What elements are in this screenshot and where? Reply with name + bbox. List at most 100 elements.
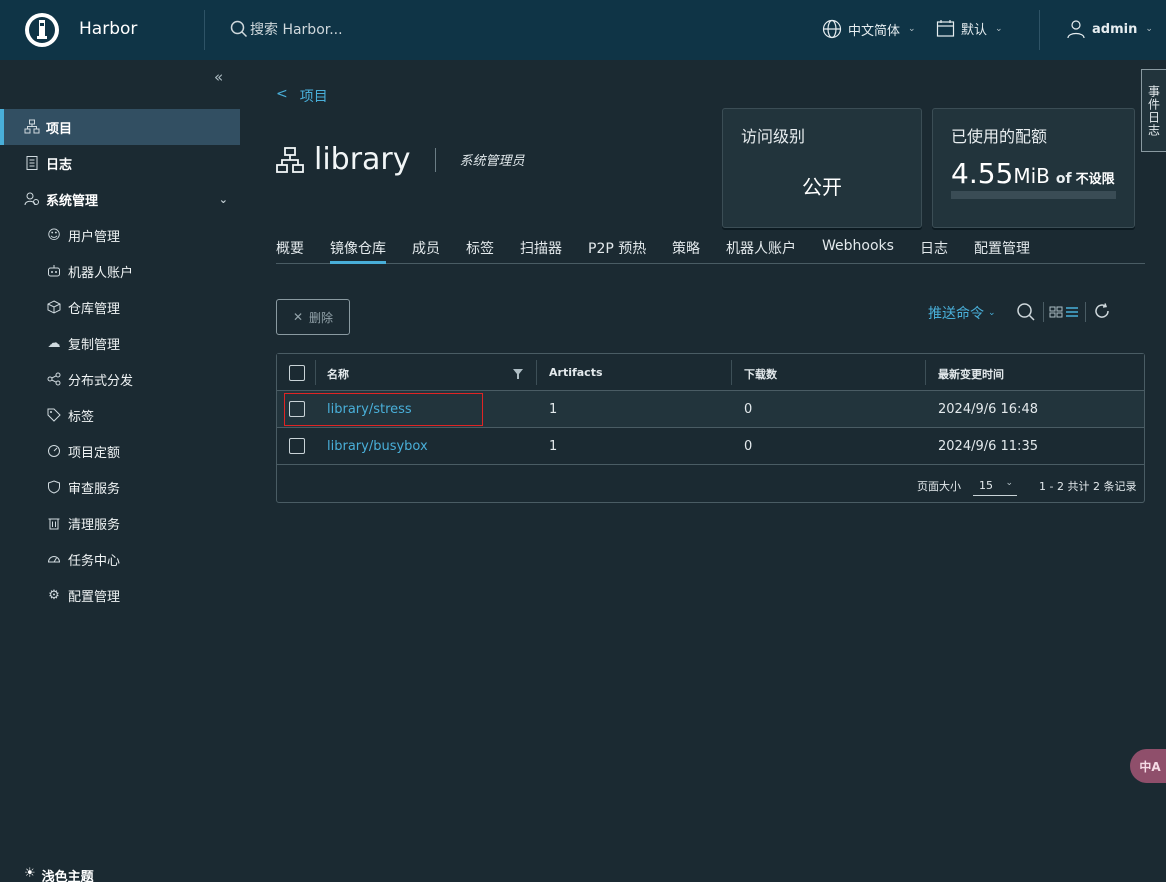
replication-icon: ☁ [47, 335, 61, 351]
sidebar-item-admin[interactable]: 系统管理 ⌄ [0, 181, 240, 217]
share-icon [46, 371, 62, 387]
pagination-total: 1 - 2 共计 2 条记录 [1039, 480, 1137, 493]
column-divider [925, 360, 926, 385]
column-divider [315, 360, 316, 385]
tab-p2p-preheat[interactable]: P2P 预热 [588, 238, 646, 264]
sidebar-item-project-quotas[interactable]: 项目定额 [0, 433, 240, 469]
repository-name-link[interactable]: library/stress [327, 402, 412, 417]
tab-policy[interactable]: 策略 [672, 238, 700, 264]
table-row[interactable]: library/stress 1 0 2024/9/6 16:48 [277, 391, 1144, 428]
sidebar-item-label: 标签 [68, 409, 95, 425]
access-level-value: 公开 [802, 175, 842, 199]
sidebar-item-interrogation-services[interactable]: 审查服务 [0, 469, 240, 505]
sidebar-item-label: 机器人账户 [68, 265, 134, 281]
updated-time: 2024/9/6 16:48 [938, 402, 1038, 417]
tab-logs[interactable]: 日志 [920, 238, 948, 264]
access-level-card: 访问级别 公开 [722, 108, 922, 228]
sidebar-item-label: 任务中心 [68, 553, 121, 569]
collapse-sidebar-icon[interactable]: « [214, 68, 223, 86]
row-checkbox[interactable] [289, 438, 305, 454]
push-command-dropdown[interactable]: 推送命令 ⌄ [928, 303, 996, 323]
filter-icon[interactable] [513, 369, 523, 379]
pulls-count: 0 [744, 402, 753, 417]
tab-labels[interactable]: 标签 [466, 238, 494, 264]
project-role: 系统管理员 [459, 154, 525, 169]
quota-value: 4.55 MiB of 不设限 [951, 157, 1115, 190]
admin-icon [24, 191, 40, 207]
tab-webhooks[interactable]: Webhooks [822, 238, 894, 264]
title-divider [434, 147, 436, 172]
table-row[interactable]: library/busybox 1 0 2024/9/6 11:35 [277, 428, 1144, 465]
tab-repositories[interactable]: 镜像仓库 [330, 238, 386, 264]
column-header-updated[interactable]: 最新变更时间 [938, 366, 1004, 382]
shield-icon [46, 479, 62, 495]
table-footer: 页面大小 15 ⌄ 1 - 2 共计 2 条记录 [277, 465, 1144, 502]
project-tabs: 概要 镜像仓库 成员 标签 扫描器 P2P 预热 策略 机器人账户 Webhoo… [276, 238, 1145, 264]
registry-icon [46, 299, 62, 315]
tab-scanner[interactable]: 扫描器 [520, 238, 562, 264]
column-header-artifacts[interactable]: Artifacts [549, 366, 603, 379]
project-icon [24, 119, 40, 135]
chevron-down-icon: ⌄ [995, 23, 1003, 34]
translate-button[interactable]: 中A [1130, 749, 1166, 783]
quota-progress-bar [951, 191, 1116, 199]
toolbar-divider [1085, 302, 1086, 322]
sidebar-item-robot-accounts[interactable]: 机器人账户 [0, 253, 240, 289]
refresh-icon[interactable] [1093, 302, 1111, 320]
event-log-tab[interactable]: 事件日志 [1141, 69, 1166, 152]
globe-icon [822, 19, 842, 39]
sidebar-item-logs[interactable]: 日志 [0, 145, 240, 181]
sidebar-item-replications[interactable]: ☁ 复制管理 [0, 325, 240, 361]
user-menu[interactable]: admin ⌄ [1066, 19, 1153, 39]
sidebar-item-configuration[interactable]: ⚙ 配置管理 [0, 577, 240, 613]
tag-icon [46, 407, 62, 423]
sidebar-item-label: 仓库管理 [68, 301, 121, 317]
sidebar-item-job-service[interactable]: 任务中心 [0, 541, 240, 577]
users-icon: ☺ [47, 227, 61, 243]
tab-configuration[interactable]: 配置管理 [974, 238, 1030, 264]
push-command-label: 推送命令 [928, 306, 984, 322]
tab-summary[interactable]: 概要 [276, 238, 304, 264]
global-search[interactable]: 搜索 Harbor... [230, 19, 343, 39]
top-header: Harbor 搜索 Harbor... 中文简体 ⌄ 默认 ⌄ admin ⌄ [0, 0, 1166, 60]
log-icon [24, 155, 40, 171]
tab-robot-accounts[interactable]: 机器人账户 [726, 238, 796, 264]
chevron-left-icon: < [276, 86, 288, 102]
language-selector[interactable]: 中文简体 ⌄ [822, 19, 916, 39]
theme-toggle[interactable]: ☀ 浅色主题 [24, 866, 94, 882]
column-header-pulls[interactable]: 下载数 [744, 366, 777, 382]
dashboard-icon [46, 551, 62, 567]
list-view-icon[interactable] [1065, 305, 1079, 319]
sidebar-item-label: 用户管理 [68, 229, 121, 245]
select-all-checkbox[interactable] [289, 365, 305, 381]
search-icon[interactable] [1016, 302, 1036, 322]
repositories-table: 名称 Artifacts 下载数 最新变更时间 library/stress 1… [276, 353, 1145, 503]
sidebar-item-users[interactable]: ☺ 用户管理 [0, 217, 240, 253]
page-size-select[interactable]: 15 ⌄ [973, 474, 1017, 496]
brand-name[interactable]: Harbor [79, 19, 137, 39]
datetime-format-selector[interactable]: 默认 ⌄ [936, 19, 1003, 38]
repository-name-link[interactable]: library/busybox [327, 439, 428, 454]
project-title-row: library 系统管理员 [276, 142, 525, 177]
sidebar-item-labels[interactable]: 标签 [0, 397, 240, 433]
harbor-logo-icon[interactable] [24, 12, 60, 48]
toolbar-divider [1043, 302, 1044, 322]
sidebar-item-registries[interactable]: 仓库管理 [0, 289, 240, 325]
card-view-icon[interactable] [1049, 305, 1063, 319]
header-divider [1039, 10, 1040, 50]
quota-title: 已使用的配额 [951, 127, 1048, 146]
artifacts-count: 1 [549, 439, 558, 454]
column-header-name[interactable]: 名称 [327, 366, 349, 382]
tab-members[interactable]: 成员 [412, 238, 440, 264]
delete-button[interactable]: ✕ 删除 [276, 299, 350, 335]
sidebar-item-distributions[interactable]: 分布式分发 [0, 361, 240, 397]
sidebar-item-projects[interactable]: 项目 [0, 109, 240, 145]
search-input[interactable]: 搜索 Harbor... [250, 19, 343, 39]
gear-icon: ⚙ [48, 587, 60, 603]
sidebar-item-clean-up[interactable]: 清理服务 [0, 505, 240, 541]
back-to-projects-link[interactable]: < 项目 [276, 86, 328, 106]
quota-limit: 不设限 [1075, 172, 1115, 187]
sidebar-item-label: 日志 [46, 157, 73, 173]
chevron-down-icon: ⌄ [988, 308, 996, 318]
robot-icon [46, 263, 62, 279]
